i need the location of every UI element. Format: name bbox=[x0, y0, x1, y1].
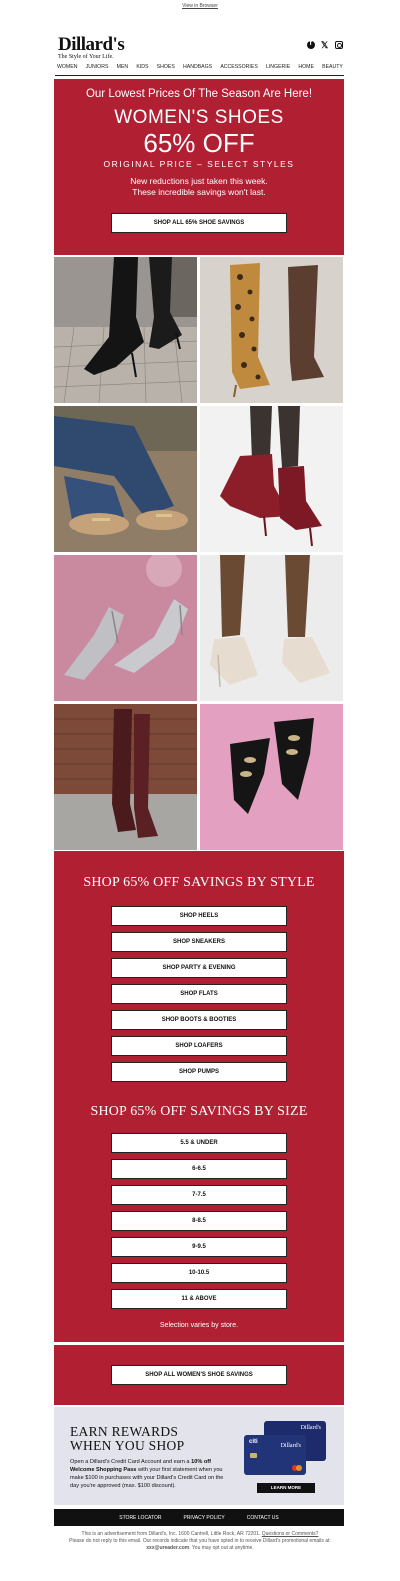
credit-card-rewards: EARN REWARDS WHEN YOU SHOP Open a Dillar… bbox=[54, 1407, 344, 1505]
size-10-10-5-button[interactable]: 10-10.5 bbox=[111, 1263, 287, 1283]
rewards-title: EARN REWARDS WHEN YOU SHOP bbox=[70, 1425, 184, 1453]
footer-nav: STORE LOCATOR PRIVACY POLICY CONTACT US bbox=[54, 1509, 344, 1526]
size-6-6-5-button[interactable]: 6-6.5 bbox=[111, 1159, 287, 1179]
facebook-icon[interactable] bbox=[307, 40, 315, 49]
size-9-9-5-button[interactable]: 9-9.5 bbox=[111, 1237, 287, 1257]
card-issuer: citi bbox=[249, 1439, 258, 1445]
hero-body-line1: New reductions just taken this week. bbox=[130, 176, 268, 186]
product-image-black-booties[interactable] bbox=[54, 257, 197, 403]
rewards-title-line1: EARN REWARDS bbox=[70, 1424, 179, 1439]
product-image-silver-pumps[interactable] bbox=[54, 555, 197, 701]
nav-handbags[interactable]: HANDBAGS bbox=[183, 64, 212, 70]
legal-line-2: Please do not reply to this email. Our r… bbox=[69, 1538, 331, 1544]
hero-banner: Our Lowest Prices Of The Season Are Here… bbox=[54, 79, 344, 255]
card-brand-back: Dillard's bbox=[300, 1425, 321, 1431]
product-image-embellished-pumps[interactable] bbox=[200, 555, 343, 701]
shop-all-womens-shoe-savings-button[interactable]: SHOP ALL WOMEN'S SHOE SAVINGS bbox=[111, 1365, 287, 1385]
shop-loafers-button[interactable]: SHOP LOAFERS bbox=[111, 1036, 287, 1056]
hero-body-line2: These incredible savings won't last. bbox=[132, 187, 266, 197]
nav-divider bbox=[55, 75, 344, 76]
product-image-leopard-boots[interactable] bbox=[200, 257, 343, 403]
product-image-burgundy-booties[interactable] bbox=[200, 406, 343, 552]
category-nav: WOMEN JUNIORS MEN KIDS SHOES HANDBAGS AC… bbox=[55, 64, 345, 70]
learn-more-button[interactable]: LEARN MORE bbox=[257, 1483, 315, 1493]
rewards-title-line2: WHEN YOU SHOP bbox=[70, 1438, 185, 1453]
card-brand-front: Dillard's bbox=[280, 1443, 301, 1449]
rewards-body: Open a Dillard's Credit Card Account and… bbox=[70, 1458, 230, 1490]
nav-kids[interactable]: KIDS bbox=[136, 64, 148, 70]
contact-us-link[interactable]: CONTACT US bbox=[247, 1515, 279, 1521]
hero-headline: Our Lowest Prices Of The Season Are Here… bbox=[85, 88, 313, 100]
logo-wordmark: Dillard's bbox=[58, 34, 125, 55]
store-locator-link[interactable]: STORE LOCATOR bbox=[119, 1515, 161, 1521]
shop-party-evening-button[interactable]: SHOP PARTY & EVENING bbox=[111, 958, 287, 978]
selection-note: Selection varies by store. bbox=[159, 1322, 239, 1329]
mastercard-icon bbox=[292, 1465, 302, 1471]
by-size-heading: SHOP 65% OFF SAVINGS BY SIZE bbox=[90, 1104, 308, 1119]
size-11-above-button[interactable]: 11 & ABOVE bbox=[111, 1289, 287, 1309]
hero-discount: 65% OFF bbox=[143, 128, 255, 158]
view-in-browser-link[interactable]: View in Browser bbox=[0, 3, 400, 9]
dillards-logo[interactable]: Dillard's The Style of Your Life. bbox=[58, 34, 128, 60]
shop-all-65-button[interactable]: SHOP ALL 65% SHOE SAVINGS bbox=[111, 213, 287, 233]
legal-text: This is an advertisement from Dillard's,… bbox=[60, 1531, 340, 1552]
nav-men[interactable]: MEN bbox=[117, 64, 129, 70]
nav-women[interactable]: WOMEN bbox=[57, 64, 77, 70]
shop-by-section: SHOP 65% OFF SAVINGS BY STYLE SHOP HEELS… bbox=[54, 851, 344, 1342]
shop-sneakers-button[interactable]: SHOP SNEAKERS bbox=[111, 932, 287, 952]
credit-card-front: citi Dillard's bbox=[244, 1435, 306, 1475]
x-twitter-icon[interactable]: 𝕏 bbox=[321, 41, 329, 50]
size-8-8-5-button[interactable]: 8-8.5 bbox=[111, 1211, 287, 1231]
nav-shoes[interactable]: SHOES bbox=[157, 64, 175, 70]
hero-subtitle: ORIGINAL PRICE – SELECT STYLES bbox=[103, 159, 295, 169]
legal-line-1: This is an advertisement from Dillard's,… bbox=[81, 1531, 261, 1537]
product-image-otk-boots[interactable] bbox=[54, 704, 197, 850]
privacy-policy-link[interactable]: PRIVACY POLICY bbox=[183, 1515, 224, 1521]
social-links: 𝕏 bbox=[307, 40, 343, 50]
all-savings-banner: SHOP ALL WOMEN'S SHOE SAVINGS bbox=[54, 1345, 344, 1405]
shop-pumps-button[interactable]: SHOP PUMPS bbox=[111, 1062, 287, 1082]
questions-comments-link[interactable]: Questions or Comments? bbox=[262, 1531, 319, 1537]
subscriber-email: xxx@ureader.com bbox=[146, 1545, 190, 1551]
shop-heels-button[interactable]: SHOP HEELS bbox=[111, 906, 287, 926]
nav-accessories[interactable]: ACCESSORIES bbox=[220, 64, 257, 70]
product-image-black-mules[interactable] bbox=[200, 704, 343, 850]
nav-beauty[interactable]: BEAUTY bbox=[322, 64, 343, 70]
size-7-7-5-button[interactable]: 7-7.5 bbox=[111, 1185, 287, 1205]
rewards-body-pre: Open a Dillard's Credit Card Account and… bbox=[70, 1459, 192, 1465]
shop-boots-booties-button[interactable]: SHOP BOOTS & BOOTIES bbox=[111, 1010, 287, 1030]
size-5-5-under-button[interactable]: 5.5 & UNDER bbox=[111, 1133, 287, 1153]
hero-title: WOMEN'S SHOES bbox=[114, 107, 284, 128]
hero-body: New reductions just taken this week. The… bbox=[54, 176, 344, 198]
instagram-icon[interactable] bbox=[335, 41, 343, 49]
nav-juniors[interactable]: JUNIORS bbox=[86, 64, 109, 70]
nav-lingerie[interactable]: LINGERIE bbox=[266, 64, 290, 70]
legal-line-3: . You may opt out at anytime. bbox=[189, 1545, 254, 1551]
card-chip-icon bbox=[250, 1453, 257, 1458]
by-style-heading: SHOP 65% OFF SAVINGS BY STYLE bbox=[83, 875, 315, 890]
nav-home[interactable]: HOME bbox=[298, 64, 314, 70]
shop-flats-button[interactable]: SHOP FLATS bbox=[111, 984, 287, 1004]
product-image-tan-loafers[interactable] bbox=[54, 406, 197, 552]
